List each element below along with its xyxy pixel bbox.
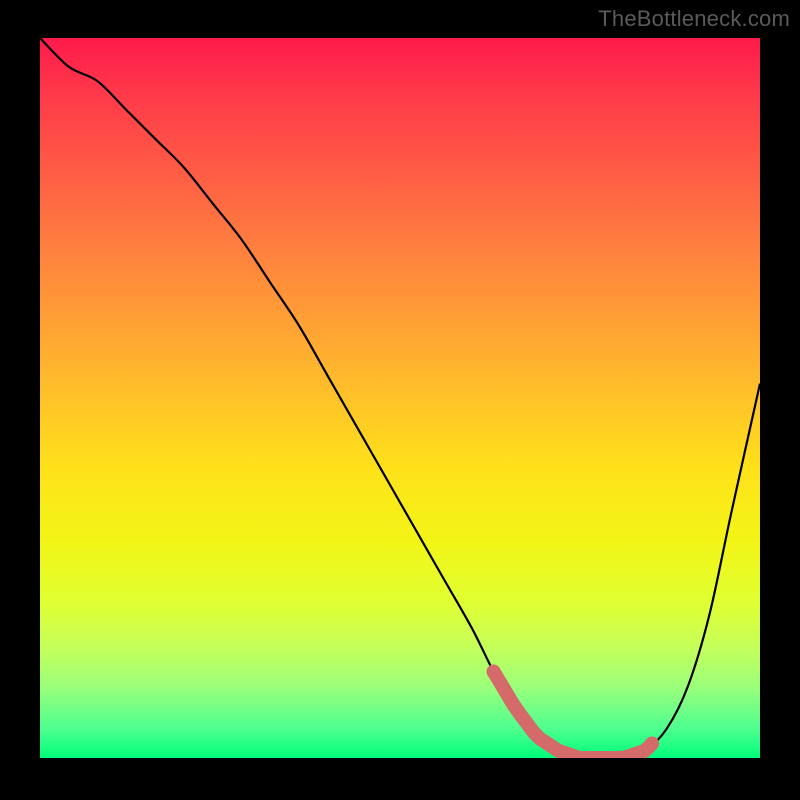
curve-layer: [40, 38, 760, 758]
watermark-text: TheBottleneck.com: [598, 6, 790, 32]
highlight-end-dot: [645, 737, 659, 751]
highlight-end-dot: [487, 665, 501, 679]
highlight-segment: [494, 672, 652, 758]
chart-frame: TheBottleneck.com: [0, 0, 800, 800]
bottleneck-curve: [40, 38, 760, 758]
plot-area: [40, 38, 760, 758]
